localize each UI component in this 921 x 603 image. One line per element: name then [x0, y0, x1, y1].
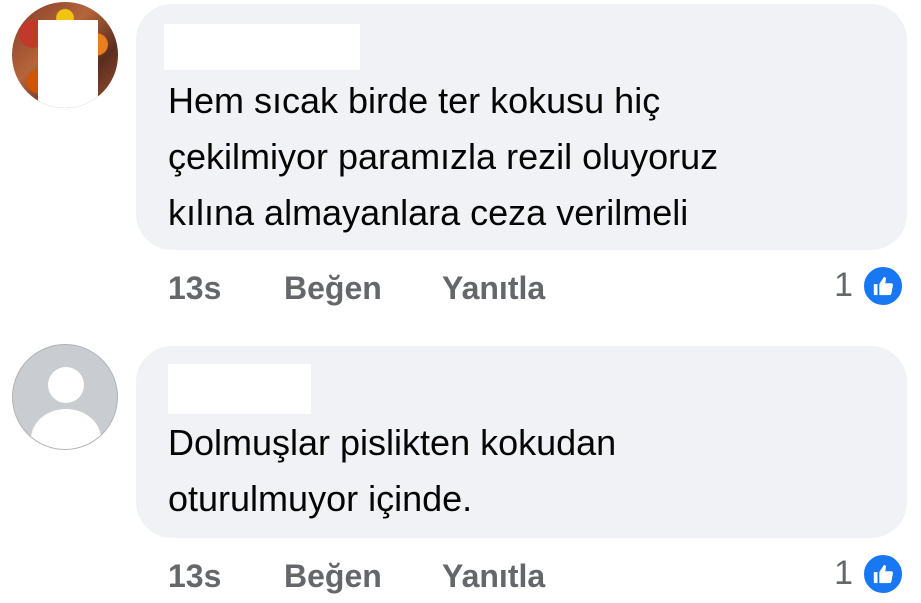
comment-text-line: kılına almayanlara ceza verilmeli	[168, 192, 689, 233]
reply-button[interactable]: Yanıtla	[442, 558, 545, 595]
comment-text-line: çekilmiyor paramızla rezil oluyoruz	[168, 136, 719, 177]
commenter-name-redacted[interactable]	[168, 364, 311, 414]
reaction-summary[interactable]: 1	[815, 264, 905, 310]
like-button[interactable]: Beğen	[284, 558, 382, 595]
commenter-avatar[interactable]	[12, 2, 118, 108]
like-button[interactable]: Beğen	[284, 270, 382, 307]
comment-2: Dolmuşlar pislikten kokudan oturulmuyor …	[0, 340, 921, 603]
comment-timestamp[interactable]: 13s	[168, 558, 221, 595]
reaction-count: 1	[834, 266, 853, 304]
commenter-name-redacted[interactable]	[164, 24, 360, 70]
comment-timestamp[interactable]: 13s	[168, 270, 221, 307]
reaction-summary[interactable]: 1	[815, 552, 905, 598]
reply-button[interactable]: Yanıtla	[442, 270, 545, 307]
like-thumb-icon	[861, 552, 905, 596]
reaction-count: 1	[834, 554, 853, 592]
comment-bubble: Hem sıcak birde ter kokusu hiç çekilmiyo…	[136, 4, 907, 250]
avatar-shoulders	[31, 409, 101, 449]
comment-1: Hem sıcak birde ter kokusu hiç çekilmiyo…	[0, 0, 921, 320]
comment-text-line: Dolmuşlar pislikten kokudan	[168, 422, 617, 463]
default-avatar-icon[interactable]	[12, 344, 118, 450]
avatar-redaction	[38, 20, 98, 108]
avatar-head	[48, 367, 84, 403]
comment-bubble: Dolmuşlar pislikten kokudan oturulmuyor …	[136, 346, 907, 538]
like-thumb-icon	[861, 264, 905, 308]
comment-text-line: Hem sıcak birde ter kokusu hiç	[168, 80, 661, 121]
comment-text-line: oturulmuyor içinde.	[168, 478, 473, 519]
